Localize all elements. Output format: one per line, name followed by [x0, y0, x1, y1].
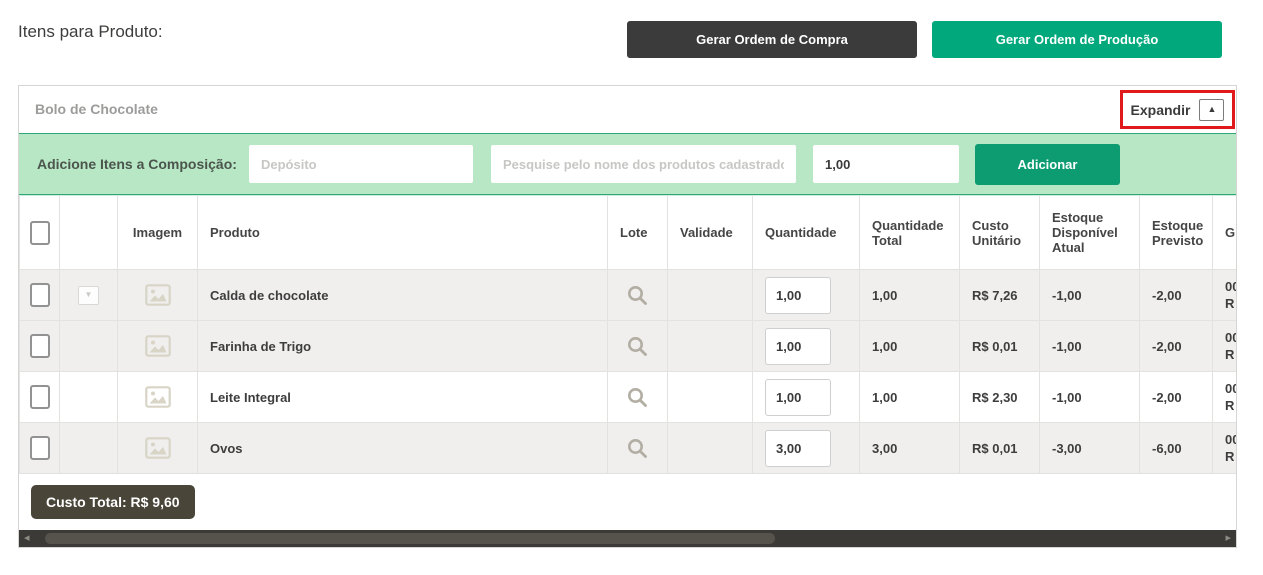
header-imagem: Imagem [118, 196, 198, 270]
header-quantidade: Quantidade [753, 196, 860, 270]
estoque-previsto-cell: -2,00 [1140, 372, 1213, 423]
header-expand-col [60, 196, 118, 270]
deposit-input[interactable] [249, 145, 473, 183]
g-cell: 00R [1213, 321, 1237, 372]
row-quantity-input[interactable] [765, 430, 831, 467]
row-expand-button[interactable]: ▼ [78, 286, 99, 305]
header-custo-unitario: Custo Unitário [960, 196, 1040, 270]
header-g: G [1213, 196, 1237, 270]
header-estoque-disponivel: Estoque Disponível Atual [1040, 196, 1140, 270]
estoque-previsto-cell: -2,00 [1140, 270, 1213, 321]
generate-purchase-order-button[interactable]: Gerar Ordem de Compra [627, 21, 917, 58]
page-title: Itens para Produto: [18, 22, 163, 42]
lote-search-icon[interactable] [608, 386, 667, 409]
product-cell: Leite Integral [198, 372, 608, 423]
product-cell: Farinha de Trigo [198, 321, 608, 372]
product-cell: Calda de chocolate [198, 270, 608, 321]
estoque-previsto-cell: -2,00 [1140, 321, 1213, 372]
lote-search-icon[interactable] [608, 335, 667, 358]
lote-search-icon[interactable] [608, 284, 667, 307]
expand-label: Expandir [1131, 102, 1191, 118]
total-cost-badge: Custo Total: R$ 9,60 [31, 485, 195, 519]
row-checkbox[interactable] [30, 283, 50, 307]
image-placeholder-icon [118, 437, 197, 459]
header-lote: Lote [608, 196, 668, 270]
collapse-panel-button[interactable]: ▲ [1199, 99, 1224, 121]
table-row: Ovos 3,00 R$ 0,01 -3,00 -6,00 00R [20, 423, 1237, 474]
header-quantidade-total: Quantidade Total [860, 196, 960, 270]
row-checkbox[interactable] [30, 436, 50, 460]
panel-header: Bolo de Chocolate Expandir ▲ [19, 86, 1236, 133]
quantity-input[interactable] [813, 145, 959, 183]
estoque-disponivel-cell: -1,00 [1040, 321, 1140, 372]
validade-cell [668, 321, 753, 372]
generate-production-order-button[interactable]: Gerar Ordem de Produção [932, 21, 1222, 58]
row-quantity-input[interactable] [765, 379, 831, 416]
scrollbar-thumb[interactable] [45, 533, 775, 544]
g-cell: 00R [1213, 372, 1237, 423]
scroll-right-arrow-icon[interactable]: ▸ [1225, 531, 1231, 546]
add-item-button[interactable]: Adicionar [975, 144, 1120, 185]
header-estoque-previsto: Estoque Previsto [1140, 196, 1213, 270]
custo-unitario-cell: R$ 0,01 [960, 321, 1040, 372]
lote-search-icon[interactable] [608, 437, 667, 460]
table-header-row: Imagem Produto Lote Validade Quantidade … [20, 196, 1237, 270]
image-placeholder-icon [118, 386, 197, 408]
product-name: Bolo de Chocolate [35, 101, 158, 117]
estoque-disponivel-cell: -3,00 [1040, 423, 1140, 474]
estoque-disponivel-cell: -1,00 [1040, 372, 1140, 423]
items-table-container: Imagem Produto Lote Validade Quantidade … [19, 195, 1236, 474]
composition-bar-label: Adicione Itens a Composição: [37, 156, 249, 172]
estoque-previsto-cell: -6,00 [1140, 423, 1213, 474]
product-composition-panel: Bolo de Chocolate Expandir ▲ Adicione It… [18, 85, 1237, 548]
chevron-up-icon: ▲ [1207, 104, 1216, 114]
quantidade-total-cell: 1,00 [860, 270, 960, 321]
product-cell: Ovos [198, 423, 608, 474]
annotation-red-highlight: Expandir ▲ [1120, 90, 1235, 129]
quantidade-total-cell: 3,00 [860, 423, 960, 474]
table-row: Leite Integral 1,00 R$ 2,30 -1,00 -2,00 … [20, 372, 1237, 423]
estoque-disponivel-cell: -1,00 [1040, 270, 1140, 321]
row-quantity-input[interactable] [765, 328, 831, 365]
image-placeholder-icon [118, 335, 197, 357]
panel-footer: Custo Total: R$ 9,60 [19, 474, 1236, 530]
select-all-checkbox[interactable] [30, 221, 50, 245]
row-checkbox[interactable] [30, 334, 50, 358]
g-cell: 00R [1213, 270, 1237, 321]
quantidade-total-cell: 1,00 [860, 372, 960, 423]
horizontal-scrollbar[interactable]: ◂ ▸ [19, 530, 1236, 547]
validade-cell [668, 423, 753, 474]
header-validade: Validade [668, 196, 753, 270]
items-table: Imagem Produto Lote Validade Quantidade … [19, 195, 1236, 474]
custo-unitario-cell: R$ 0,01 [960, 423, 1040, 474]
quantidade-total-cell: 1,00 [860, 321, 960, 372]
custo-unitario-cell: R$ 7,26 [960, 270, 1040, 321]
row-quantity-input[interactable] [765, 277, 831, 314]
row-checkbox[interactable] [30, 385, 50, 409]
product-search-input[interactable] [491, 145, 796, 183]
header-produto: Produto [198, 196, 608, 270]
chevron-down-icon: ▼ [85, 290, 93, 299]
table-row: Farinha de Trigo 1,00 R$ 0,01 -1,00 -2,0… [20, 321, 1237, 372]
validade-cell [668, 372, 753, 423]
validade-cell [668, 270, 753, 321]
g-cell: 00R [1213, 423, 1237, 474]
scroll-left-arrow-icon[interactable]: ◂ [24, 531, 30, 546]
custo-unitario-cell: R$ 2,30 [960, 372, 1040, 423]
table-row: ▼ Calda de chocolate 1,00 R$ 7,26 -1,00 … [20, 270, 1237, 321]
image-placeholder-icon [118, 284, 197, 306]
add-composition-bar: Adicione Itens a Composição: Adicionar [19, 133, 1236, 195]
